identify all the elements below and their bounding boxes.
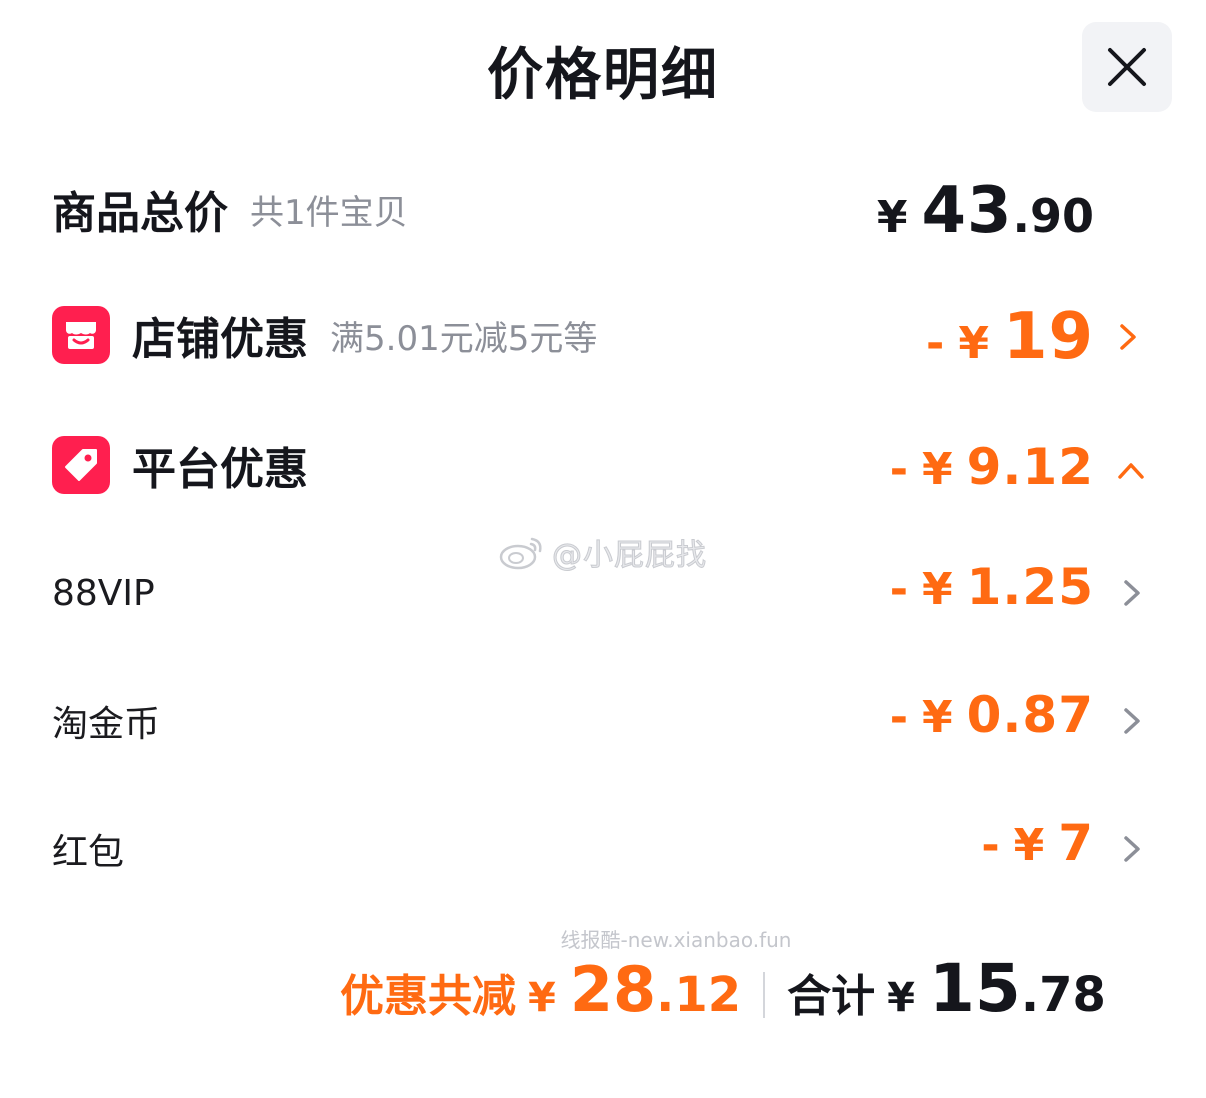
yen-sign: ¥ — [528, 975, 556, 1021]
minus-sign: - — [981, 820, 1000, 871]
chevron-right-icon[interactable] — [1118, 704, 1146, 738]
redpacket-label: 红包 — [52, 832, 125, 873]
redpacket-amount: - ¥ 7 — [981, 804, 1094, 894]
discount-total-label: 优惠共减 — [340, 971, 516, 1022]
yen-sign: ¥ — [922, 692, 953, 743]
platform-discount-amount: - ¥ 9.12 — [890, 420, 1094, 510]
vip-amount: - ¥ 1.25 — [890, 548, 1094, 638]
goods-count-label: 共1件宝贝 — [250, 192, 408, 233]
page-title: 价格明细 — [487, 43, 719, 108]
grand-total-label: 合计 — [787, 971, 876, 1022]
chevron-right-icon[interactable] — [1114, 320, 1142, 354]
coins-label: 淘金币 — [52, 704, 161, 745]
vip-discount-row[interactable]: 88VIP - ¥ 1.25 — [0, 548, 1206, 638]
amount-value: 1.25 — [966, 558, 1094, 616]
tag-icon — [52, 436, 110, 494]
shop-discount-row[interactable]: 店铺优惠 满5.01元减5元等 - ¥ 19 — [0, 290, 1206, 380]
coins-amount: - ¥ 0.87 — [890, 676, 1094, 766]
amount-value: 7 — [1058, 814, 1094, 872]
summary-bar: 优惠共减 ¥ 28 .12 合计 ¥ 15 .78 — [340, 950, 1106, 1040]
yen-sign: ¥ — [922, 444, 953, 495]
shop-discount-label: 店铺优惠 — [132, 314, 308, 365]
goods-total-amount: ¥ 43 .90 — [877, 164, 1094, 254]
divider — [763, 972, 766, 1018]
platform-discount-row[interactable]: 平台优惠 - ¥ 9.12 — [0, 420, 1206, 510]
goods-total-label: 商品总价 — [52, 188, 228, 239]
discount-total-integer: 28 — [569, 953, 657, 1026]
goods-total-row: 商品总价 共1件宝贝 ¥ 43 .90 — [0, 164, 1206, 254]
grand-total-integer: 15 — [929, 950, 1021, 1027]
shop-icon — [52, 306, 110, 364]
grand-total-cents: .78 — [1020, 967, 1106, 1023]
shop-discount-detail: 满5.01元减5元等 — [330, 318, 598, 359]
minus-sign: - — [889, 444, 908, 495]
redpacket-discount-row[interactable]: 红包 - ¥ 7 — [0, 804, 1206, 894]
discount-total-cents: .12 — [656, 967, 742, 1023]
coins-discount-row[interactable]: 淘金币 - ¥ 0.87 — [0, 676, 1206, 766]
vip-label: 88VIP — [52, 572, 155, 614]
close-button[interactable] — [1082, 22, 1172, 112]
platform-discount-label: 平台优惠 — [132, 444, 308, 495]
amount-cents: .90 — [1012, 189, 1095, 243]
yen-sign: ¥ — [887, 975, 915, 1021]
amount-value: 0.87 — [966, 686, 1094, 744]
chevron-up-icon[interactable] — [1114, 454, 1148, 488]
close-icon — [1108, 48, 1146, 86]
shop-discount-amount: - ¥ 19 — [926, 290, 1094, 380]
minus-sign: - — [889, 564, 908, 615]
chevron-right-icon[interactable] — [1118, 576, 1146, 610]
footer-watermark: 线报酷-new.xianbao.fun — [560, 928, 792, 952]
minus-sign: - — [889, 692, 908, 743]
yen-sign: ¥ — [1013, 820, 1045, 871]
yen-sign: ¥ — [922, 564, 953, 615]
yen-sign: ¥ — [958, 318, 989, 369]
chevron-right-icon[interactable] — [1118, 832, 1146, 866]
minus-sign: - — [926, 318, 945, 369]
amount-integer: 19 — [1002, 300, 1094, 374]
yen-sign: ¥ — [876, 192, 908, 243]
amount-integer: 43 — [921, 174, 1013, 248]
amount-value: 9.12 — [966, 438, 1094, 496]
